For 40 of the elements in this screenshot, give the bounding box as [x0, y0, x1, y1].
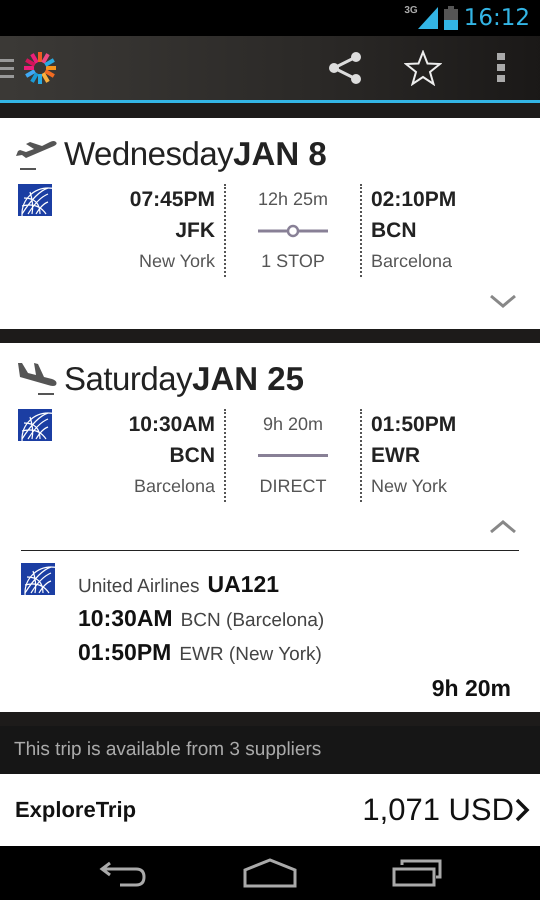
departure-time: 10:30AM — [128, 412, 215, 438]
arrival-airport-code: EWR — [371, 443, 420, 469]
flight-date: JAN 25 — [192, 360, 304, 398]
flight-number: UA121 — [207, 571, 280, 598]
overflow-menu-icon[interactable] — [497, 53, 505, 83]
segment-arrival-place: EWR (New York) — [179, 644, 322, 666]
segment-duration: 9h 20m — [432, 675, 511, 702]
departure-time: 07:45PM — [130, 187, 215, 213]
flight-duration: 9h 20m — [262, 413, 324, 436]
airline-name: United Airlines — [78, 576, 200, 598]
flight-duration: 12h 25m — [258, 188, 328, 211]
departure-city: New York — [138, 250, 215, 273]
airline-logo-icon — [18, 409, 52, 441]
segment-departure-place: BCN (Barcelona) — [180, 610, 324, 632]
airline-logo-icon — [18, 184, 52, 216]
signal-icon — [418, 7, 438, 29]
network-type: 3G — [404, 5, 418, 16]
flight-date: JAN 8 — [233, 135, 327, 173]
stops-label: 1 STOP — [261, 250, 325, 273]
star-icon[interactable] — [404, 50, 442, 86]
airline-logo-icon — [21, 563, 55, 595]
segment-arrival-time: 01:50PM — [78, 639, 172, 666]
chevron-right-icon — [514, 797, 530, 823]
arrival-city: Barcelona — [371, 250, 452, 273]
weekday: Wednesday — [64, 135, 234, 173]
arrival-time: 02:10PM — [371, 187, 456, 213]
battery-icon — [444, 6, 458, 30]
share-icon[interactable] — [328, 51, 362, 85]
arrival-airport-code: BCN — [371, 218, 416, 244]
stops-label: DIRECT — [260, 475, 326, 498]
departure-airport-code: JFK — [175, 218, 215, 244]
departure-airport-code: BCN — [170, 443, 215, 469]
arrival-time: 01:50PM — [371, 412, 456, 438]
suppliers-note: This trip is available from 3 suppliers — [14, 739, 322, 761]
segment-departure-time: 10:30AM — [78, 605, 173, 632]
weekday: Saturday — [64, 360, 192, 398]
departure-city: Barcelona — [134, 475, 215, 498]
supplier-offer-row[interactable]: ExploreTrip 1,071 USD — [0, 774, 540, 846]
clock: 16:12 — [464, 5, 530, 31]
arrival-city: New York — [371, 475, 448, 498]
